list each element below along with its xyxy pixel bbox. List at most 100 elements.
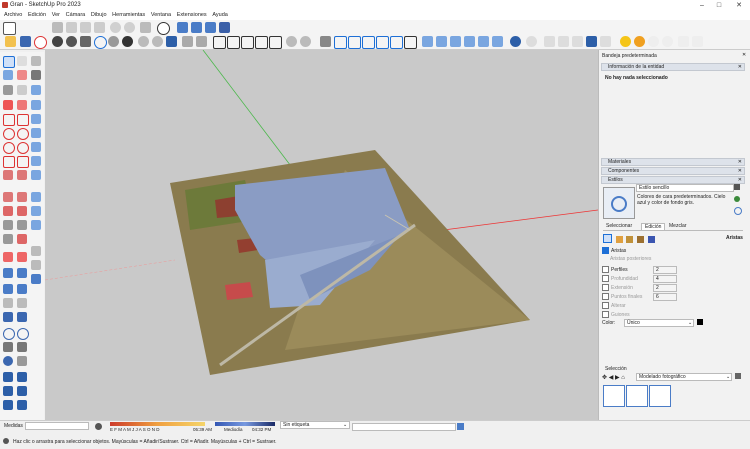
menu-ayuda[interactable]: Ayuda [212,11,228,20]
bottom-icon[interactable] [31,170,41,180]
follow-me-icon[interactable] [17,170,27,180]
offset-icon[interactable] [3,192,13,202]
cloud-sync-icon[interactable] [286,36,297,47]
style-name-field[interactable]: Estilo sencillo [636,184,734,192]
look-around-icon[interactable] [3,312,13,322]
model-select-chevron-icon[interactable]: ⌄ [726,374,730,380]
color-select[interactable]: Único [624,319,694,327]
sectplane-icon[interactable] [17,252,27,262]
tag-select[interactable]: Sin etiqueta [280,421,350,429]
sandbox-icon[interactable] [526,36,537,47]
style-thumbnail[interactable] [603,187,635,219]
paint-icon[interactable] [80,36,91,47]
nav-back-icon[interactable]: ◀ [609,375,614,381]
light-icon[interactable] [662,36,673,47]
watermark-settings-icon[interactable] [637,236,645,243]
style-thumb-2[interactable] [626,385,648,407]
tag-tool-icon[interactable] [31,70,41,80]
iso-view-icon[interactable] [213,36,226,49]
menu-camara[interactable]: Cámara [66,11,86,20]
style-thumb-1[interactable] [603,385,625,407]
zoom-ext-icon[interactable] [17,284,27,294]
profiles-row[interactable]: Perfiles [602,266,628,273]
edge-settings-icon[interactable] [603,234,612,243]
materials-close-icon[interactable]: ✕ [738,159,742,165]
cloud-share-icon[interactable] [300,36,311,47]
edge-color-swatch[interactable] [697,319,703,325]
iso-icon[interactable] [31,85,41,95]
entity-info-close-icon[interactable]: ✕ [738,64,742,70]
arc-icon[interactable] [3,142,15,154]
modeling-settings-icon[interactable] [647,236,655,243]
style-thumb-3[interactable] [649,385,671,407]
3dtext-icon[interactable] [3,252,13,262]
status-search-field[interactable] [352,423,456,431]
styles-header[interactable]: Estilos ✕ [601,176,745,184]
undo-left-icon[interactable] [31,246,41,256]
group-icon[interactable] [66,36,77,47]
sandbox-drape-icon[interactable] [3,400,13,410]
components-close-icon[interactable]: ✕ [738,168,742,174]
extension-row[interactable]: Extensión [602,284,633,291]
redo-icon[interactable] [124,22,135,33]
tab-edit[interactable]: Edición [641,223,666,230]
person-icon[interactable] [3,342,13,352]
rectangle-icon[interactable] [3,114,15,126]
prev-icon[interactable] [3,298,13,308]
menu-archivo[interactable]: Archivo [4,11,22,20]
style-paint-icon[interactable] [734,196,740,202]
undo-icon[interactable] [110,22,121,33]
shadow-icon[interactable] [122,36,133,47]
paste-icon[interactable] [80,22,91,33]
model-details-icon[interactable] [735,373,741,379]
dimension-icon[interactable] [182,36,193,47]
axes-icon[interactable] [17,234,27,244]
shaded-texture-icon[interactable] [492,36,503,47]
arc2-icon[interactable] [17,142,29,154]
measure-icon[interactable] [692,36,703,47]
home-icon[interactable]: ⌂ [621,375,625,381]
sandbox-scratch-icon[interactable] [17,372,27,382]
back-edges-row[interactable]: Aristas posteriores [610,256,651,262]
model-viewport[interactable] [45,50,598,420]
hand-icon[interactable] [17,356,27,366]
extension-checkbox[interactable] [602,284,609,291]
section-icon[interactable] [31,220,41,230]
erase-icon[interactable] [94,22,105,33]
eye-icon[interactable] [3,356,13,366]
depth-checkbox[interactable] [602,275,609,282]
flip-icon[interactable] [3,206,13,216]
box-bottom-icon[interactable] [404,36,417,49]
cloud-upload-icon[interactable] [152,36,163,47]
close-button[interactable]: ✕ [730,1,748,10]
save-icon[interactable] [20,36,31,47]
box-front-icon[interactable] [334,36,347,49]
dashes-row[interactable]: Guiones [602,311,630,318]
eraser-icon[interactable] [17,70,27,80]
right-icon[interactable] [31,128,41,138]
drape-icon[interactable] [586,36,597,47]
stamp-icon[interactable] [572,36,583,47]
materials-header[interactable]: Materiales ✕ [601,158,745,166]
tab-mix[interactable]: Mezclar [669,223,687,229]
rotated-rect-icon[interactable] [17,114,29,126]
top-icon[interactable] [31,100,41,110]
edges-row[interactable]: Aristas [602,247,626,254]
background-settings-icon[interactable] [626,236,634,243]
freehand-icon[interactable] [17,100,27,110]
walk2-icon[interactable] [17,312,27,322]
open-folder-icon[interactable] [5,36,16,47]
circle-tool-icon[interactable] [94,36,107,49]
left-icon[interactable] [31,156,41,166]
components-header[interactable]: Componentes ✕ [601,167,745,175]
back-view-icon[interactable] [269,36,282,49]
zoom-icon[interactable] [205,22,216,33]
minimize-button[interactable]: – [693,1,711,10]
tray-close-icon[interactable]: ✕ [742,52,746,58]
copy-icon[interactable] [66,22,77,33]
profiles-value[interactable]: 2 [653,266,677,274]
select-tool-icon[interactable] [3,56,15,68]
time-bar[interactable] [215,422,275,426]
status-tag-icon[interactable] [457,423,464,430]
geo-location-icon[interactable] [95,423,102,430]
